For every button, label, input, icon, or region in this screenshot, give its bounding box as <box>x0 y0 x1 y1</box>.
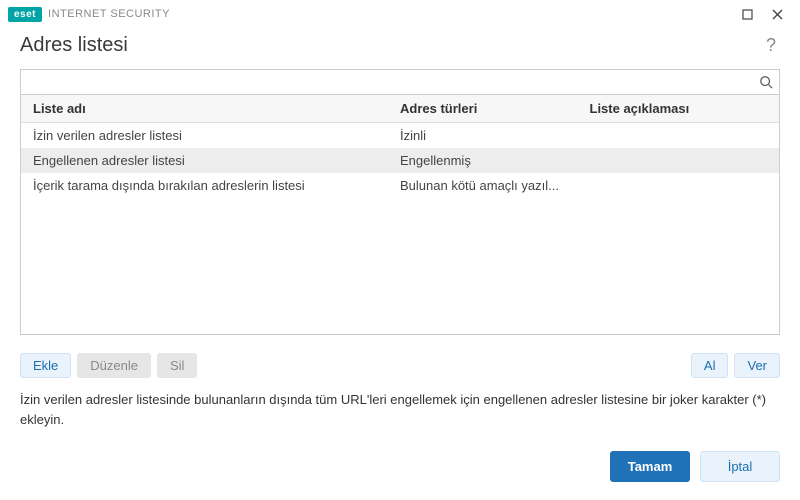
table-header: Liste adı Adres türleri Liste açıklaması <box>21 95 779 123</box>
search-input[interactable] <box>21 70 753 94</box>
cell-name: İçerik tarama dışında bırakılan adresler… <box>21 178 400 193</box>
cell-desc <box>590 128 780 143</box>
cell-name: Engellenen adresler listesi <box>21 153 400 168</box>
window-close-button[interactable] <box>762 3 792 25</box>
table-body: İzin verilen adresler listesiİzinliEngel… <box>21 123 779 334</box>
cell-types: Bulunan kötü amaçlı yazıl... <box>400 178 590 193</box>
search-bar <box>20 69 780 95</box>
action-row: Ekle Düzenle Sil Al Ver <box>0 343 800 386</box>
table-row[interactable]: İzin verilen adresler listesiİzinli <box>21 123 779 148</box>
table-row[interactable]: İçerik tarama dışında bırakılan adresler… <box>21 173 779 198</box>
column-types[interactable]: Adres türleri <box>400 101 590 116</box>
window-maximize-button[interactable] <box>732 3 762 25</box>
table-row[interactable]: Engellenen adresler listesiEngellenmiş <box>21 148 779 173</box>
export-button[interactable]: Ver <box>734 353 780 378</box>
add-button[interactable]: Ekle <box>20 353 71 378</box>
hint-text: İzin verilen adresler listesinde bulunan… <box>0 386 800 433</box>
edit-button[interactable]: Düzenle <box>77 353 151 378</box>
cell-types: İzinli <box>400 128 590 143</box>
search-icon[interactable] <box>753 75 779 89</box>
delete-button[interactable]: Sil <box>157 353 197 378</box>
square-icon <box>742 9 753 20</box>
brand-logo: eset <box>8 7 42 22</box>
cell-desc <box>590 178 780 193</box>
page-title: Adres listesi <box>20 34 128 57</box>
address-list-table: Liste adı Adres türleri Liste açıklaması… <box>20 95 780 335</box>
cell-name: İzin verilen adresler listesi <box>21 128 400 143</box>
column-name[interactable]: Liste adı <box>21 101 400 116</box>
titlebar: eset INTERNET SECURITY <box>0 0 800 28</box>
footer: Tamam İptal <box>0 433 800 500</box>
brand-product: INTERNET SECURITY <box>48 8 170 20</box>
close-icon <box>772 9 783 20</box>
header: Adres listesi ? <box>0 28 800 69</box>
cell-desc <box>590 153 780 168</box>
column-desc[interactable]: Liste açıklaması <box>590 101 780 116</box>
cancel-button[interactable]: İptal <box>700 451 780 482</box>
help-button[interactable]: ? <box>762 35 780 56</box>
import-button[interactable]: Al <box>691 353 729 378</box>
ok-button[interactable]: Tamam <box>610 451 690 482</box>
cell-types: Engellenmiş <box>400 153 590 168</box>
content: Liste adı Adres türleri Liste açıklaması… <box>0 69 800 343</box>
